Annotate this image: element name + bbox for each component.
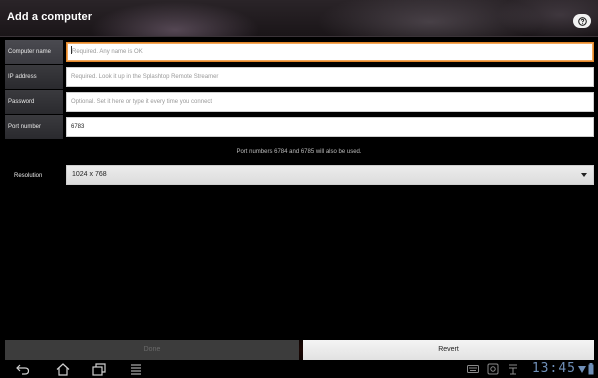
password-row: Password Optional. Set it here or type i… <box>0 90 598 114</box>
screen: Add a computer Computer name Required. A… <box>0 0 598 378</box>
ip-address-input[interactable]: Required. Look it up in the Splashtop Re… <box>66 67 594 87</box>
clock: 13:45 <box>531 361 576 376</box>
back-icon[interactable] <box>16 362 30 376</box>
port-number-value: 6783 <box>71 124 85 130</box>
usb-icon <box>507 362 519 376</box>
resolution-selected-value: 1024 x 768 <box>72 171 107 178</box>
computer-name-row: Computer name Required. Any name is OK <box>0 40 598 64</box>
home-icon[interactable] <box>56 362 70 376</box>
menu-icon[interactable] <box>130 362 142 376</box>
port-number-input[interactable]: 6783 <box>66 117 594 137</box>
done-button[interactable]: Done <box>5 340 299 360</box>
ip-address-row: IP address Required. Look it up in the S… <box>0 65 598 89</box>
password-label: Password <box>5 90 63 114</box>
computer-name-label: Computer name <box>5 40 63 64</box>
computer-name-input[interactable]: Required. Any name is OK <box>66 42 594 62</box>
wifi-icon <box>578 362 586 376</box>
recent-apps-icon[interactable] <box>92 362 106 376</box>
dropdown-arrow-icon <box>581 173 587 177</box>
resolution-select[interactable]: 1024 x 768 <box>66 165 594 185</box>
resolution-label: Resolution <box>14 173 43 179</box>
revert-button[interactable]: Revert <box>303 340 594 360</box>
port-number-label: Port number <box>5 115 63 139</box>
password-input[interactable]: Optional. Set it here or type it every t… <box>66 92 594 112</box>
port-number-row: Port number 6783 <box>0 115 598 139</box>
password-placeholder: Optional. Set it here or type it every t… <box>71 99 213 105</box>
ip-address-placeholder: Required. Look it up in the Splashtop Re… <box>71 74 219 80</box>
port-hint-text: Port numbers 6784 and 6785 will also be … <box>236 149 362 155</box>
keyboard-icon <box>467 362 479 376</box>
battery-icon <box>588 362 594 376</box>
action-button-bar: Done Revert <box>0 340 598 360</box>
resolution-row: Resolution 1024 x 768 <box>0 165 598 187</box>
computer-name-placeholder: Required. Any name is OK <box>72 49 143 55</box>
ip-address-label: IP address <box>5 65 63 89</box>
page-title: Add a computer <box>7 11 93 23</box>
help-button[interactable] <box>573 14 591 28</box>
help-icon <box>577 16 587 26</box>
system-bar: 13:45 <box>0 360 598 378</box>
screenshot-icon <box>487 362 499 376</box>
header-bar: Add a computer <box>0 0 598 37</box>
